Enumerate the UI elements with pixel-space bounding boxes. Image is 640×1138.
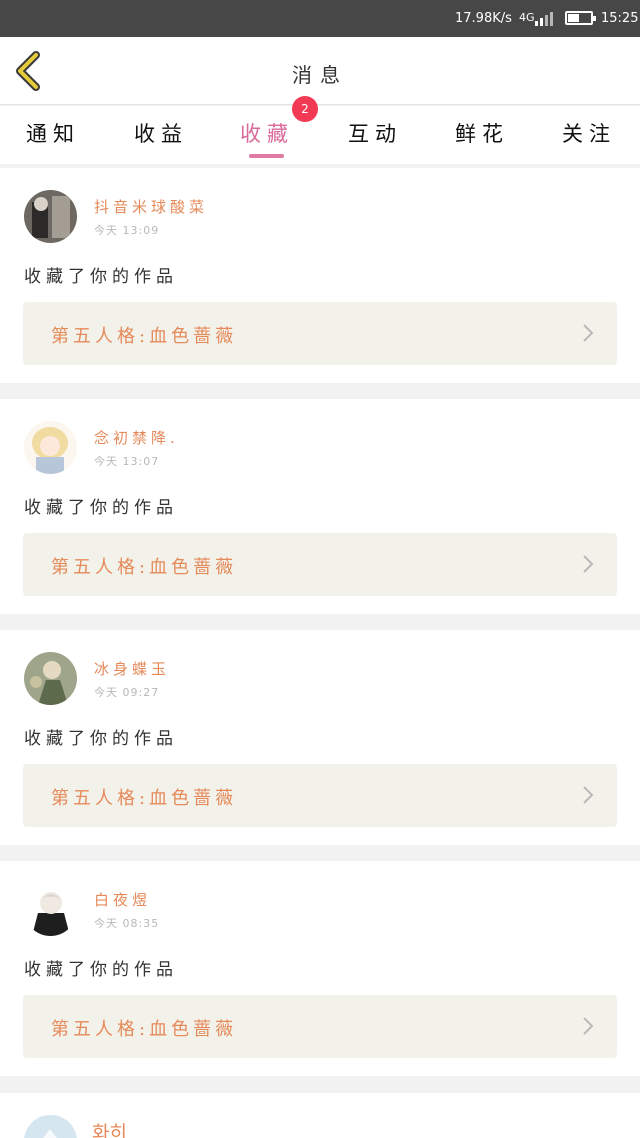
message-card: 念初禁降. 今天 13:07 收藏了你的作品 第五人格:血色蔷薇 [0, 399, 640, 614]
message-card: 抖音米球酸菜 今天 13:09 收藏了你的作品 第五人格:血色蔷薇 [0, 168, 640, 383]
tab-notifications[interactable]: 通知 [8, 118, 98, 148]
favorites-count-badge: 2 [292, 96, 318, 122]
avatar[interactable] [24, 883, 77, 936]
tab-favorites[interactable]: 收藏 [222, 118, 312, 148]
timestamp: 今天 09:27 [94, 686, 160, 699]
tab-bar: 通知 收益 收藏 2 互动 鲜花 关注 [0, 96, 640, 164]
active-tab-indicator [249, 154, 284, 158]
chevron-right-icon [583, 324, 594, 342]
work-title: 第五人格:血色蔷薇 [51, 557, 238, 578]
signal-icon [535, 10, 557, 26]
message-text: 收藏了你的作品 [24, 498, 178, 518]
work-title: 第五人格:血色蔷薇 [51, 788, 238, 809]
work-title: 第五人格:血色蔷薇 [51, 1019, 238, 1040]
tab-interactions[interactable]: 互动 [330, 118, 420, 148]
message-card: 화히 [0, 1093, 640, 1138]
page-title: 消息 [292, 63, 348, 87]
message-card: 冰身蝶玉 今天 09:27 收藏了你的作品 第五人格:血色蔷薇 [0, 630, 640, 845]
message-text: 收藏了你的作品 [24, 729, 178, 749]
avatar[interactable] [24, 652, 77, 705]
work-link[interactable]: 第五人格:血色蔷薇 [23, 995, 617, 1058]
avatar[interactable] [24, 190, 77, 243]
message-card: 白夜煜 今天 08:35 收藏了你的作品 第五人格:血色蔷薇 [0, 861, 640, 1076]
username[interactable]: 念初禁降. [94, 427, 179, 448]
network-type: 4G [519, 11, 535, 24]
avatar[interactable] [24, 1115, 77, 1138]
battery-icon [565, 11, 596, 25]
chevron-right-icon [583, 555, 594, 573]
tab-following[interactable]: 关注 [544, 118, 634, 148]
chevron-right-icon [583, 786, 594, 804]
work-link[interactable]: 第五人格:血色蔷薇 [23, 764, 617, 827]
tab-earnings[interactable]: 收益 [116, 118, 206, 148]
timestamp: 今天 08:35 [94, 917, 160, 930]
battery-level [568, 14, 579, 22]
tab-flowers[interactable]: 鲜花 [437, 118, 527, 148]
timestamp: 今天 13:07 [94, 455, 160, 468]
clock: 15:25 [601, 11, 639, 26]
timestamp: 今天 13:09 [94, 224, 160, 237]
status-bar: 17.98K/s 4G 15:25 [0, 0, 640, 37]
username[interactable]: 抖音米球酸菜 [94, 196, 208, 217]
message-text: 收藏了你的作品 [24, 267, 178, 287]
username[interactable]: 白夜煜 [94, 889, 151, 910]
username[interactable]: 화히 [92, 1118, 127, 1138]
avatar[interactable] [24, 421, 77, 474]
message-text: 收藏了你的作品 [24, 960, 178, 980]
top-bar: 消息 [0, 37, 640, 105]
username[interactable]: 冰身蝶玉 [94, 658, 170, 679]
work-title: 第五人格:血色蔷薇 [51, 326, 238, 347]
network-speed: 17.98K/s [455, 11, 512, 26]
work-link[interactable]: 第五人格:血色蔷薇 [23, 533, 617, 596]
chevron-right-icon [583, 1017, 594, 1035]
work-link[interactable]: 第五人格:血色蔷薇 [23, 302, 617, 365]
